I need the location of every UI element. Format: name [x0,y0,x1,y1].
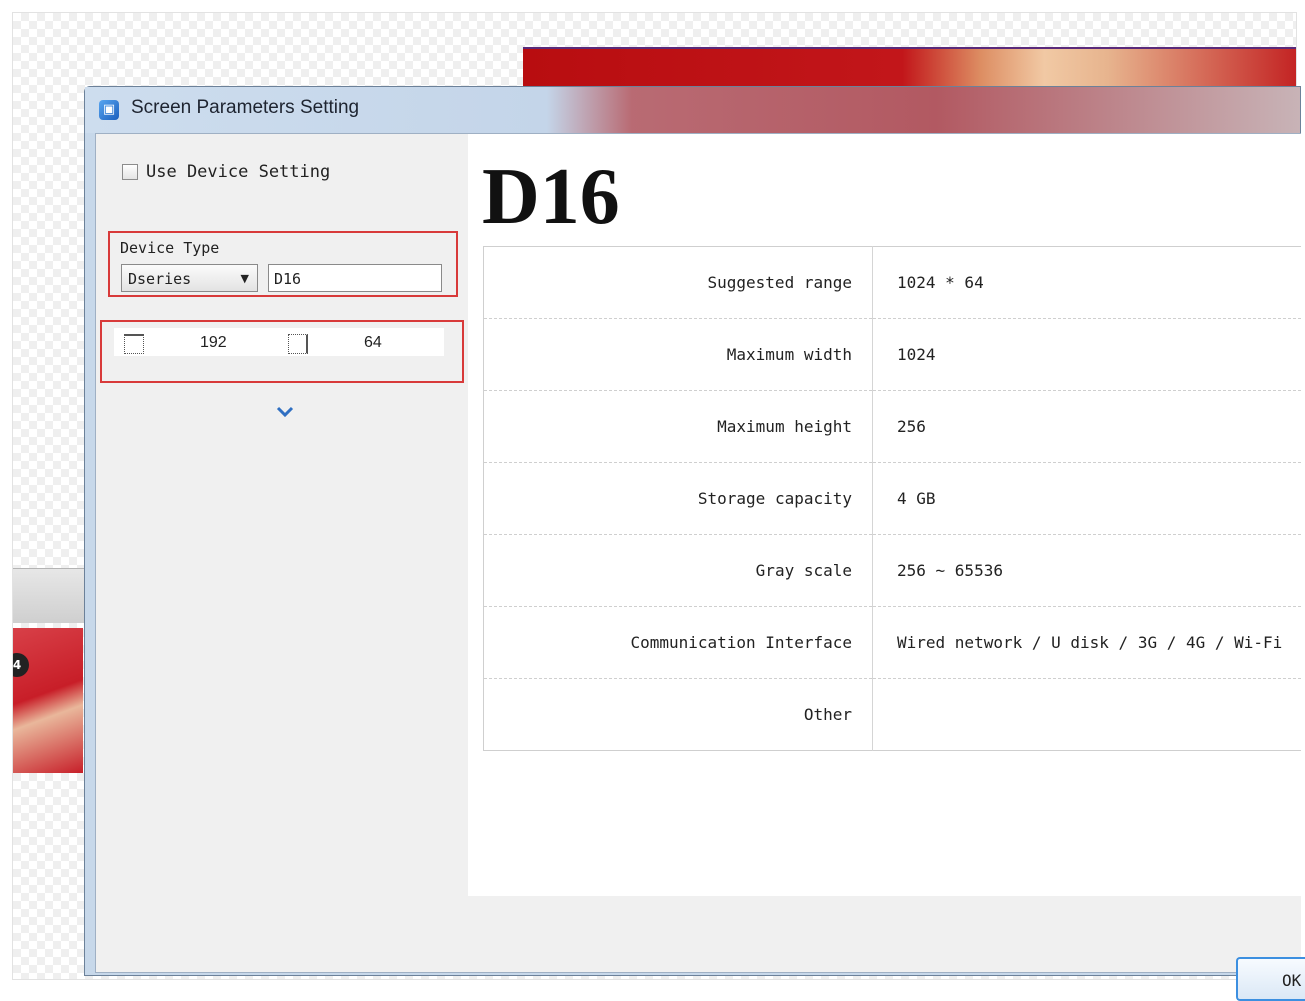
ok-button-label: OK [1282,971,1302,990]
screen-settings-icon: ▣ [99,100,119,120]
ok-button[interactable]: OK [1236,957,1305,1001]
spec-label: Communication Interface [483,606,873,679]
model-title: D16 [482,153,620,241]
dialog-titlebar[interactable]: ▣ Screen Parameters Setting [85,87,1300,133]
spec-label: Other [483,678,873,751]
screen-parameters-dialog: ▣ Screen Parameters Setting Use Device S… [84,86,1305,1001]
device-type-group: Device Type Dseries ▼ D16 [108,231,458,297]
background-toolbar [13,568,93,623]
height-dimension-icon [288,334,308,354]
spec-value: Wired network / U disk / 3G / 4G / Wi-Fi [872,606,1301,679]
table-row: Gray scale 256 ~ 65536 [483,534,1301,607]
spec-table: Suggested range 1024 * 64 Maximum width … [483,246,1301,751]
spec-label: Maximum height [483,390,873,463]
model-input[interactable]: D16 [268,264,442,292]
table-row: Maximum height 256 [483,390,1301,463]
screen-size-fields: 192 64 [114,328,444,356]
spec-label: Maximum width [483,318,873,391]
table-row: Other [483,678,1302,751]
width-dimension-icon [124,334,144,354]
spec-value: 4 GB [872,462,1301,535]
chevron-down-icon[interactable] [274,400,296,422]
spec-value: 256 [872,390,1301,463]
table-row: Storage capacity 4 GB [483,462,1301,535]
spec-label: Suggested range [483,246,873,319]
spec-value: 256 ~ 65536 [872,534,1301,607]
table-row: Communication Interface Wired network / … [483,606,1301,679]
model-input-value: D16 [274,270,302,288]
spec-label: Storage capacity [483,462,873,535]
device-type-label: Device Type [120,239,220,257]
table-row: Suggested range 1024 * 64 [483,246,1301,319]
spec-label: Gray scale [483,534,873,607]
use-device-setting-checkbox[interactable] [122,164,138,180]
spec-value [873,679,1302,751]
dialog-title: Screen Parameters Setting [131,97,360,118]
use-device-setting-row[interactable]: Use Device Setting [122,162,330,182]
height-input[interactable]: 64 [364,334,382,352]
series-select-value: Dseries [128,270,192,288]
device-spec-panel: D16 Suggested range 1024 * 64 Maximum wi… [468,134,1301,896]
spec-value: 1024 * 64 [872,246,1301,319]
dialog-body: Use Device Setting Device Type Dseries ▼… [95,133,1305,1001]
table-row: Maximum width 1024 [483,318,1301,391]
series-select[interactable]: Dseries ▼ [121,264,258,292]
dropdown-arrow-icon: ▼ [240,272,249,285]
width-input[interactable]: 192 [200,334,227,352]
spec-value: 1024 [872,318,1301,391]
program-thumbnail[interactable] [13,628,83,773]
parameters-panel: Use Device Setting Device Type Dseries ▼… [96,134,466,972]
use-device-setting-label: Use Device Setting [146,162,331,182]
screen-size-group: 192 64 [100,320,464,383]
